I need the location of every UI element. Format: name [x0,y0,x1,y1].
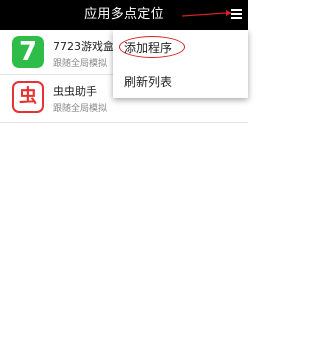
app-subtitle: 跟随全局模拟 [53,104,108,114]
menu-item-refresh-list[interactable]: 刷新列表 [113,64,248,98]
app-subtitle: 跟随全局模拟 [53,59,108,69]
menu-item-add-app[interactable]: 添加程序 [113,30,248,64]
app-name: 7723游戏盒 [53,40,114,53]
overflow-menu: 添加程序 刷新列表 [113,30,248,98]
app-name: 虫虫助手 [53,85,97,98]
screen: 应用多点定位 7 7723游戏盒 跟随全局模拟 虫 虫虫助手 跟随全局模拟 添加… [0,0,248,346]
menu-item-label: 添加程序 [124,41,173,55]
app-chongchong-icon: 虫 [12,81,44,113]
menu-icon[interactable] [229,6,245,22]
annotation-arrow [182,10,232,17]
app-7723-icon: 7 [12,36,44,68]
menu-item-label: 刷新列表 [124,75,173,89]
title-bar: 应用多点定位 [0,0,248,30]
